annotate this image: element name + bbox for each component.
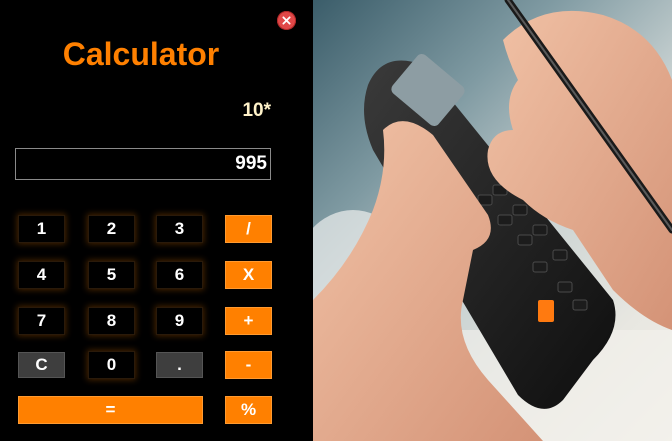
key-6[interactable]: 6 [157, 262, 202, 288]
key-9[interactable]: 9 [157, 308, 202, 334]
hands-with-calculator-image [313, 0, 672, 441]
key-2[interactable]: 2 [89, 216, 134, 242]
equals-button[interactable]: = [19, 397, 202, 423]
calculator-photo [313, 0, 672, 441]
app-title: Calculator [62, 36, 220, 72]
decimal-button[interactable]: . [157, 353, 202, 377]
key-8[interactable]: 8 [89, 308, 134, 334]
key-4[interactable]: 4 [19, 262, 64, 288]
key-5[interactable]: 5 [89, 262, 134, 288]
result-display: 995 [15, 148, 271, 180]
calculator-panel: Calculator 10* 995 1 2 3 / 4 5 6 X 7 8 9… [0, 0, 313, 441]
subtract-button[interactable]: - [226, 352, 271, 378]
key-0[interactable]: 0 [89, 352, 134, 378]
clear-button[interactable]: C [19, 353, 64, 377]
key-1[interactable]: 1 [19, 216, 64, 242]
key-3[interactable]: 3 [157, 216, 202, 242]
expression-display: 10* [242, 100, 271, 121]
close-icon [282, 16, 291, 25]
key-7[interactable]: 7 [19, 308, 64, 334]
percent-button[interactable]: % [226, 397, 271, 423]
divide-button[interactable]: / [226, 216, 271, 242]
multiply-button[interactable]: X [226, 262, 271, 288]
add-button[interactable]: + [226, 308, 271, 334]
close-button[interactable] [277, 11, 296, 30]
